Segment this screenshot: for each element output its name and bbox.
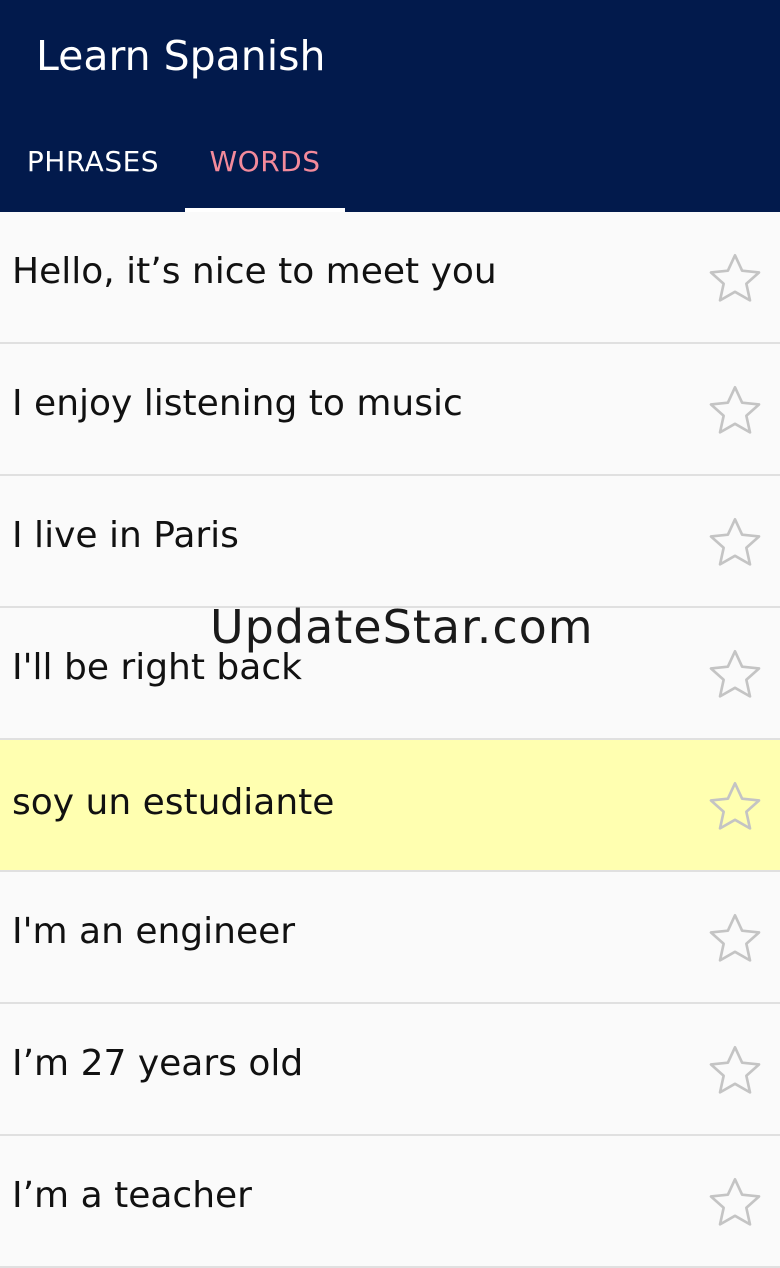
list-item-text: I'm an engineer xyxy=(12,911,296,952)
list-item-text: soy un estudiante xyxy=(12,782,335,823)
list-item[interactable]: I'll be right back xyxy=(0,608,780,740)
list-item-text: I’m a teacher xyxy=(12,1175,252,1216)
star-outline-icon[interactable] xyxy=(706,382,764,440)
star-outline-icon[interactable] xyxy=(706,910,764,968)
list-item[interactable]: I’m a teacher xyxy=(0,1136,780,1268)
tab-words[interactable]: WORDS xyxy=(185,128,345,212)
list-item-text: I enjoy listening to music xyxy=(12,383,463,424)
list-item-text: I live in Paris xyxy=(12,515,239,556)
list-item[interactable]: I’m 27 years old xyxy=(0,1004,780,1136)
list-item[interactable]: I live in Paris xyxy=(0,476,780,608)
list-item-text: Hello, it’s nice to meet you xyxy=(12,251,497,292)
star-outline-icon[interactable] xyxy=(706,1174,764,1232)
star-outline-icon[interactable] xyxy=(706,514,764,572)
app-bar: Learn Spanish PHRASES WORDS xyxy=(0,0,780,212)
list-item-highlighted[interactable]: soy un estudiante xyxy=(0,740,780,872)
phrase-list: Hello, it’s nice to meet you I enjoy lis… xyxy=(0,212,780,1268)
star-outline-icon[interactable] xyxy=(706,778,764,836)
list-item-text: I’m 27 years old xyxy=(12,1043,304,1084)
app-title: Learn Spanish xyxy=(36,32,326,80)
star-outline-icon[interactable] xyxy=(706,1042,764,1100)
list-item[interactable]: I enjoy listening to music xyxy=(0,344,780,476)
star-outline-icon[interactable] xyxy=(706,250,764,308)
tab-phrases[interactable]: PHRASES xyxy=(10,128,176,212)
star-outline-icon[interactable] xyxy=(706,646,764,704)
list-item[interactable]: I'm an engineer xyxy=(0,872,780,1004)
list-item[interactable]: Hello, it’s nice to meet you xyxy=(0,212,780,344)
tab-bar: PHRASES WORDS xyxy=(0,128,780,212)
list-item-text: I'll be right back xyxy=(12,647,302,688)
